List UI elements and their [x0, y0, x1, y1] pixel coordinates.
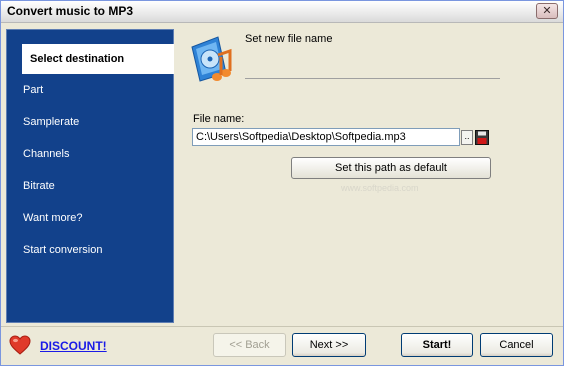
next-button[interactable]: Next >>: [292, 333, 366, 357]
cancel-button[interactable]: Cancel: [480, 333, 553, 357]
wizard-step-sidebar: Select destination Part Samplerate Chann…: [6, 29, 174, 323]
music-cd-icon: [191, 36, 232, 82]
set-default-path-button[interactable]: Set this path as default: [291, 157, 491, 179]
close-button[interactable]: ✕: [536, 3, 558, 19]
heading-divider: [245, 78, 500, 79]
next-button-label: Next >>: [309, 339, 349, 351]
discount-link[interactable]: DISCOUNT!: [40, 339, 107, 353]
title-bar[interactable]: Convert music to MP3 ✕: [1, 1, 563, 23]
file-name-field[interactable]: C:\Users\Softpedia\Desktop\Softpedia.mp3: [192, 128, 460, 146]
step-part[interactable]: Part: [23, 75, 43, 105]
heart-icon: [9, 335, 31, 355]
footer-divider: [1, 326, 563, 327]
floppy-disk-icon[interactable]: [475, 130, 489, 145]
convert-window: Convert music to MP3 ✕ Select destinatio…: [0, 0, 564, 366]
window-title: Convert music to MP3: [7, 4, 134, 18]
watermark: www.softpedia.com: [341, 183, 419, 193]
back-button-label: << Back: [229, 339, 270, 351]
step-heading: Set new file name: [245, 33, 333, 45]
step-samplerate[interactable]: Samplerate: [23, 107, 79, 137]
file-name-label: File name:: [193, 113, 245, 125]
step-want-more[interactable]: Want more?: [23, 203, 83, 233]
start-button[interactable]: Start!: [401, 333, 473, 357]
start-button-label: Start!: [422, 339, 452, 351]
step-start-conversion[interactable]: Start conversion: [23, 235, 102, 265]
cancel-button-label: Cancel: [499, 339, 534, 351]
step-bitrate[interactable]: Bitrate: [23, 171, 55, 201]
step-select-destination[interactable]: Select destination: [22, 44, 174, 74]
browse-button[interactable]: ..: [461, 130, 473, 145]
back-button[interactable]: << Back: [213, 333, 286, 357]
step-channels[interactable]: Channels: [23, 139, 69, 169]
close-icon: ✕: [542, 5, 552, 17]
